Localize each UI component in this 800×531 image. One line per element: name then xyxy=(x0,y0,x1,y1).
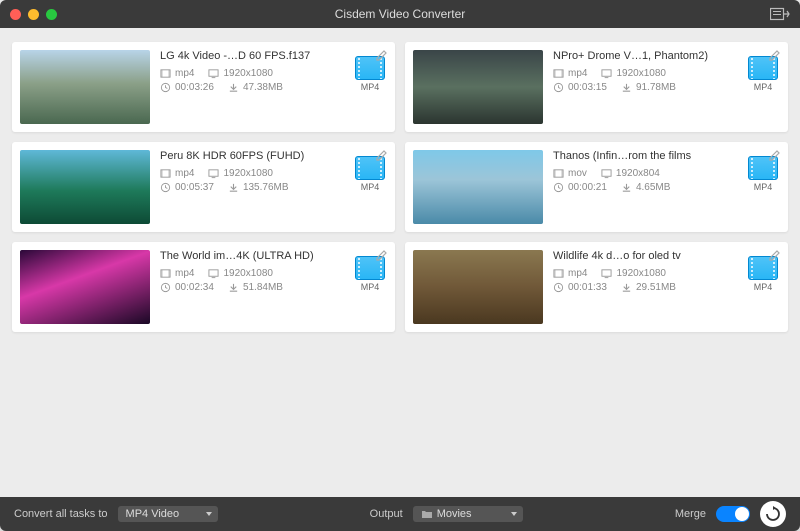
video-card[interactable]: Wildlife 4k d…o for oled tv mp4 1920x1080 0… xyxy=(405,242,788,332)
video-duration: 00:02:34 xyxy=(160,282,214,293)
video-thumbnail[interactable] xyxy=(413,250,543,324)
edit-button[interactable] xyxy=(375,148,389,167)
bottombar: Convert all tasks to MP4 Video Output Mo… xyxy=(0,497,800,531)
video-thumbnail[interactable] xyxy=(413,150,543,224)
minimize-button[interactable] xyxy=(28,9,39,20)
edit-button[interactable] xyxy=(768,248,782,267)
video-resolution: 1920x1080 xyxy=(208,68,273,79)
video-resolution: 1920x1080 xyxy=(208,268,273,279)
video-info: NPro+ Drome V…1, Phantom2) mp4 1920x1080 00… xyxy=(553,50,738,96)
video-size: 91.78MB xyxy=(621,82,676,93)
video-size: 4.65MB xyxy=(621,182,670,193)
video-thumbnail[interactable] xyxy=(20,50,150,124)
window-controls xyxy=(10,9,57,20)
video-title: Wildlife 4k d…o for oled tv xyxy=(553,250,738,262)
target-format-label: MP4 xyxy=(754,82,773,92)
video-resolution: 1920x1080 xyxy=(601,68,666,79)
merge-label: Merge xyxy=(675,508,706,520)
start-convert-button[interactable] xyxy=(760,501,786,527)
video-thumbnail[interactable] xyxy=(20,150,150,224)
video-format: mp4 xyxy=(160,268,194,279)
target-format-label: MP4 xyxy=(754,182,773,192)
video-info: Wildlife 4k d…o for oled tv mp4 1920x1080 0… xyxy=(553,250,738,296)
titlebar: Cisdem Video Converter xyxy=(0,0,800,28)
edit-button[interactable] xyxy=(768,48,782,67)
target-format-label: MP4 xyxy=(361,282,380,292)
video-title: LG 4k Video -…D 60 FPS.f137 xyxy=(160,50,345,62)
video-title: Thanos (Infin…rom the films xyxy=(553,150,738,162)
video-size: 135.76MB xyxy=(228,182,289,193)
convert-all-label: Convert all tasks to xyxy=(14,508,108,520)
edit-button[interactable] xyxy=(768,148,782,167)
edit-button[interactable] xyxy=(375,248,389,267)
video-title: The World im…4K (ULTRA HD) xyxy=(160,250,345,262)
video-duration: 00:05:37 xyxy=(160,182,214,193)
video-duration: 00:03:15 xyxy=(553,82,607,93)
video-resolution: 1920x804 xyxy=(601,168,660,179)
video-duration: 00:03:26 xyxy=(160,82,214,93)
video-resolution: 1920x1080 xyxy=(601,268,666,279)
output-label: Output xyxy=(370,508,403,520)
video-title: Peru 8K HDR 60FPS (FUHD) xyxy=(160,150,345,162)
maximize-button[interactable] xyxy=(46,9,57,20)
video-card[interactable]: Peru 8K HDR 60FPS (FUHD) mp4 1920x1080 00:0… xyxy=(12,142,395,232)
merge-toggle[interactable] xyxy=(716,506,750,522)
video-thumbnail[interactable] xyxy=(413,50,543,124)
video-duration: 00:00:21 xyxy=(553,182,607,193)
video-size: 51.84MB xyxy=(228,282,283,293)
target-format-label: MP4 xyxy=(361,182,380,192)
video-info: Thanos (Infin…rom the films mov 1920x804 00… xyxy=(553,150,738,196)
video-info: LG 4k Video -…D 60 FPS.f137 mp4 1920x1080 0… xyxy=(160,50,345,96)
video-format: mp4 xyxy=(160,68,194,79)
video-info: Peru 8K HDR 60FPS (FUHD) mp4 1920x1080 00:0… xyxy=(160,150,345,196)
close-button[interactable] xyxy=(10,9,21,20)
video-info: The World im…4K (ULTRA HD) mp4 1920x1080 00… xyxy=(160,250,345,296)
target-format-label: MP4 xyxy=(754,282,773,292)
target-format-label: MP4 xyxy=(361,82,380,92)
app-window: Cisdem Video Converter LG 4k Video -…D 6… xyxy=(0,0,800,531)
video-size: 29.51MB xyxy=(621,282,676,293)
video-duration: 00:01:33 xyxy=(553,282,607,293)
video-card[interactable]: LG 4k Video -…D 60 FPS.f137 mp4 1920x1080 0… xyxy=(12,42,395,132)
edit-button[interactable] xyxy=(375,48,389,67)
convert-format-select[interactable]: MP4 Video xyxy=(118,506,218,522)
video-thumbnail[interactable] xyxy=(20,250,150,324)
output-folder-value: Movies xyxy=(437,508,472,520)
video-title: NPro+ Drome V…1, Phantom2) xyxy=(553,50,738,62)
video-format: mp4 xyxy=(553,268,587,279)
output-folder-select[interactable]: Movies xyxy=(413,506,523,522)
titlebar-action-icon[interactable] xyxy=(770,6,790,22)
video-format: mov xyxy=(553,168,587,179)
video-list: LG 4k Video -…D 60 FPS.f137 mp4 1920x1080 0… xyxy=(0,28,800,497)
video-format: mp4 xyxy=(160,168,194,179)
video-size: 47.38MB xyxy=(228,82,283,93)
video-resolution: 1920x1080 xyxy=(208,168,273,179)
video-card[interactable]: The World im…4K (ULTRA HD) mp4 1920x1080 00… xyxy=(12,242,395,332)
video-card[interactable]: NPro+ Drome V…1, Phantom2) mp4 1920x1080 00… xyxy=(405,42,788,132)
window-title: Cisdem Video Converter xyxy=(0,7,800,21)
video-format: mp4 xyxy=(553,68,587,79)
convert-format-value: MP4 Video xyxy=(126,508,180,520)
video-card[interactable]: Thanos (Infin…rom the films mov 1920x804 00… xyxy=(405,142,788,232)
